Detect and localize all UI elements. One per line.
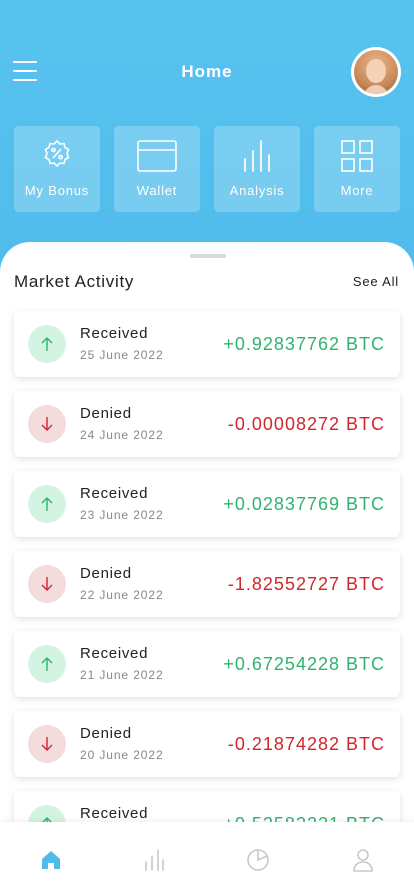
arrow-up-icon	[28, 485, 66, 523]
transaction-amount: +0.67254228 BTC	[223, 654, 385, 674]
transaction-date: 25 June 2022	[80, 348, 164, 362]
transaction-date: 23 June 2022	[80, 508, 164, 522]
wallet-label: Wallet	[136, 183, 178, 198]
transaction-amount: -0.00008272 BTC	[227, 414, 385, 434]
user-icon	[353, 849, 373, 872]
transaction-date: 20 June 2022	[80, 748, 164, 762]
transaction-amount: +0.02837769 BTC	[223, 494, 385, 514]
tab-profile[interactable]	[351, 848, 375, 872]
arrow-up-icon	[28, 645, 66, 683]
arrow-down-icon	[28, 565, 66, 603]
analysis-button[interactable]: Analysis	[214, 126, 300, 212]
tab-stats[interactable]	[142, 848, 166, 872]
tab-portfolio[interactable]	[246, 848, 270, 872]
avatar[interactable]	[351, 47, 401, 97]
my-bonus-button[interactable]: My Bonus	[14, 126, 100, 212]
bottom-tab-bar	[0, 822, 414, 896]
transaction-amount: +0.92837762 BTC	[223, 334, 385, 354]
tab-home[interactable]	[39, 848, 63, 872]
section-title: Market Activity	[14, 272, 135, 291]
transaction-status: Denied	[80, 405, 132, 422]
activity-sheet: Market Activity See All Received 25 June…	[0, 242, 414, 896]
percent-badge-icon	[44, 139, 70, 168]
arrow-down-icon	[28, 405, 66, 443]
transaction-date: 21 June 2022	[80, 668, 164, 682]
list-item[interactable]: Denied 20 June 2022 -0.21874282 BTC	[14, 711, 400, 777]
transaction-date: 24 June 2022	[80, 428, 164, 442]
transaction-date: 22 June 2022	[80, 588, 164, 602]
avatar-photo	[354, 50, 398, 94]
transaction-status: Denied	[80, 725, 132, 742]
sheet-drag-handle[interactable]	[190, 254, 226, 258]
list-item[interactable]: Received 21 June 2022 +0.67254228 BTC	[14, 631, 400, 697]
more-button[interactable]: More	[314, 126, 400, 212]
list-item[interactable]: Denied 24 June 2022 -0.00008272 BTC	[14, 391, 400, 457]
list-item[interactable]: Denied 22 June 2022 -1.82552727 BTC	[14, 551, 400, 617]
card-icon	[137, 140, 177, 172]
home-icon	[42, 851, 60, 869]
grid-icon	[341, 140, 373, 172]
pie-chart-icon	[247, 849, 269, 871]
transaction-amount: -1.82552727 BTC	[227, 574, 385, 594]
transaction-status: Denied	[80, 565, 132, 582]
transaction-status: Received	[80, 485, 149, 502]
chart-icon	[145, 849, 164, 871]
bar-chart-icon	[244, 140, 270, 172]
transaction-status: Received	[80, 805, 149, 822]
arrow-up-icon	[28, 325, 66, 363]
see-all-link[interactable]: See All	[353, 274, 399, 289]
transaction-status: Received	[80, 325, 149, 342]
arrow-down-icon	[28, 725, 66, 763]
more-label: More	[340, 183, 374, 198]
transaction-status: Received	[80, 645, 149, 662]
my-bonus-label: My Bonus	[24, 183, 90, 198]
transaction-amount: -0.21874282 BTC	[227, 734, 385, 754]
analysis-label: Analysis	[229, 183, 285, 198]
list-item[interactable]: Received 23 June 2022 +0.02837769 BTC	[14, 471, 400, 537]
list-item[interactable]: Received 25 June 2022 +0.92837762 BTC	[14, 311, 400, 377]
wallet-button[interactable]: Wallet	[114, 126, 200, 212]
